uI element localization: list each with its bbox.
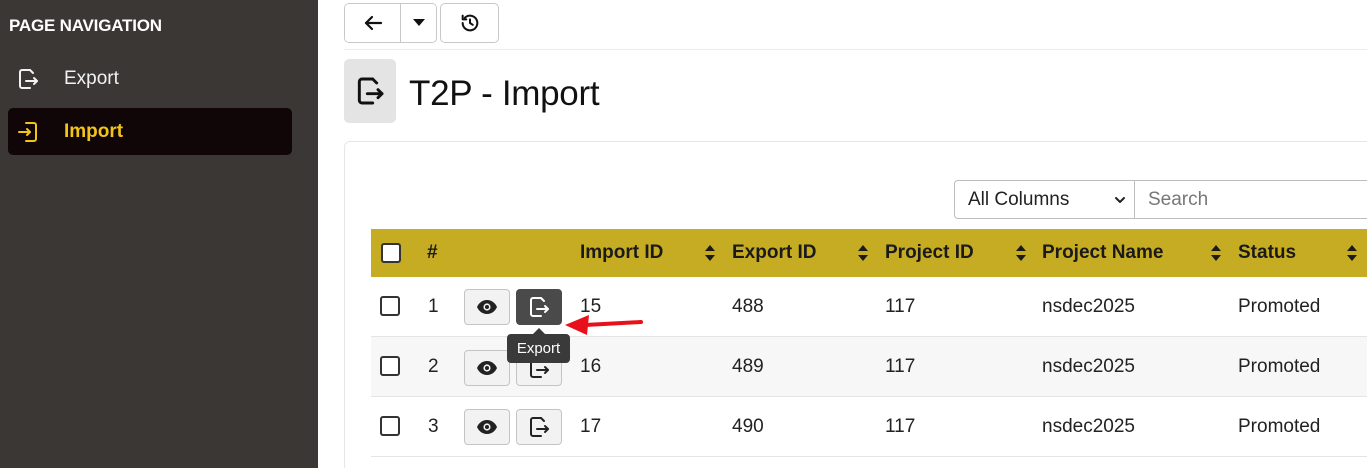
row-number: 2 [428, 356, 439, 377]
search-input[interactable] [1135, 180, 1367, 219]
view-button[interactable] [464, 350, 510, 386]
toolbar [344, 3, 499, 43]
export-icon [530, 297, 549, 317]
page-title-icon-box [344, 59, 396, 123]
export-id-cell: 489 [732, 356, 764, 377]
row-checkbox[interactable] [380, 296, 400, 316]
back-dropdown-button[interactable] [400, 4, 436, 42]
status-cell: Promoted [1238, 416, 1321, 437]
sort-icon[interactable] [704, 244, 716, 262]
export-id-cell: 490 [732, 416, 764, 437]
export-icon [16, 67, 40, 91]
column-filter-select[interactable]: All Columns [954, 180, 1135, 219]
annotation-arrow-icon [565, 315, 643, 335]
sidebar-item-export[interactable]: Export [8, 55, 292, 102]
view-button[interactable] [464, 289, 510, 325]
sort-icon[interactable] [857, 244, 869, 262]
page-title: T2P - Import [409, 74, 600, 113]
sort-icon[interactable] [1015, 244, 1027, 262]
row-checkbox[interactable] [380, 416, 400, 436]
status-cell: Promoted [1238, 296, 1321, 317]
sort-icon[interactable] [1210, 244, 1222, 262]
export-icon [530, 417, 549, 437]
sort-icon[interactable] [1346, 244, 1358, 262]
export-icon [357, 77, 384, 105]
project-id-cell: 117 [885, 296, 916, 317]
import-id-cell: 17 [580, 416, 602, 437]
table-row: 1 15 488 117 nsdec2025 Promoted [371, 277, 1367, 337]
column-header-status[interactable]: Status [1238, 229, 1296, 277]
sidebar-item-label: Export [64, 67, 119, 89]
table-row: 3 17 490 117 nsdec2025 Promoted [371, 397, 1367, 457]
sidebar: PAGE NAVIGATION Export Import [0, 0, 318, 468]
row-checkbox[interactable] [380, 356, 400, 376]
import-icon [16, 120, 40, 144]
sidebar-title: PAGE NAVIGATION [9, 16, 162, 35]
column-header-number: # [427, 242, 438, 263]
export-button[interactable] [516, 409, 562, 445]
eye-icon [477, 361, 497, 375]
back-button-group [344, 3, 437, 43]
back-button[interactable] [345, 4, 400, 42]
arrow-left-icon [364, 15, 382, 31]
project-name-cell: nsdec2025 [1042, 296, 1135, 317]
export-tooltip: Export [507, 328, 570, 363]
view-button[interactable] [464, 409, 510, 445]
select-all-checkbox[interactable] [381, 243, 401, 263]
project-id-cell: 117 [885, 416, 916, 437]
column-header-export-id[interactable]: Export ID [732, 229, 816, 277]
project-name-cell: nsdec2025 [1042, 416, 1135, 437]
column-header-project-id[interactable]: Project ID [885, 229, 974, 277]
eye-icon [477, 300, 497, 314]
eye-icon [477, 420, 497, 434]
history-icon [461, 14, 478, 32]
row-number: 1 [428, 296, 439, 317]
project-id-cell: 117 [885, 356, 916, 377]
column-filter-value: All Columns [968, 188, 1070, 210]
row-number: 3 [428, 416, 439, 437]
history-button[interactable] [440, 3, 499, 43]
export-id-cell: 488 [732, 296, 764, 317]
sidebar-item-label: Import [64, 120, 124, 142]
column-header-project-name[interactable]: Project Name [1042, 229, 1163, 277]
export-button[interactable] [516, 289, 562, 325]
column-header-import-id[interactable]: Import ID [580, 229, 663, 277]
table-header: # Import ID Export ID Project ID Project… [371, 229, 1367, 277]
toolbar-divider [344, 49, 1367, 50]
project-name-cell: nsdec2025 [1042, 356, 1135, 377]
caret-down-icon [412, 19, 425, 26]
chevron-down-icon [1115, 197, 1125, 203]
import-id-cell: 16 [580, 356, 602, 377]
sidebar-item-import[interactable]: Import [8, 108, 292, 155]
status-cell: Promoted [1238, 356, 1321, 377]
